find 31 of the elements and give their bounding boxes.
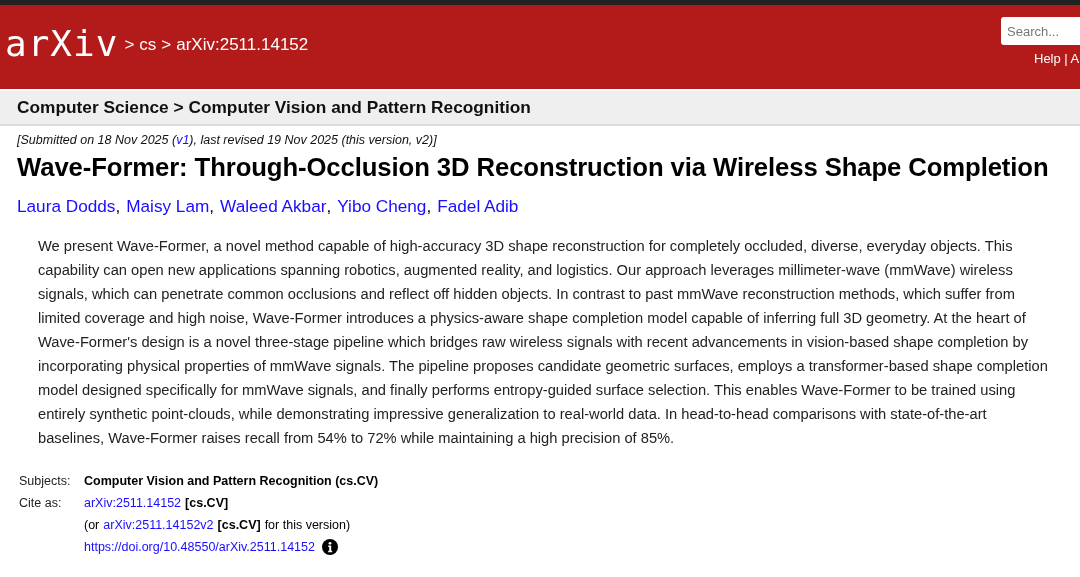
- breadcrumb-separator: >: [124, 35, 135, 55]
- author-link[interactable]: Laura Dodds: [17, 196, 116, 217]
- metadata-value: [cs.CV]: [185, 496, 229, 510]
- citation-link[interactable]: https://doi.org/10.48550/arXiv.2511.14152: [84, 540, 315, 554]
- author-link[interactable]: Yibo Cheng: [337, 196, 427, 217]
- citation-link[interactable]: arXiv:2511.14152v2: [103, 518, 214, 532]
- breadcrumb-separator: >: [161, 35, 172, 55]
- metadata-value: [cs.CV]: [217, 518, 261, 532]
- category-heading: Computer Science > Computer Vision and Pattern Recognition: [17, 97, 531, 118]
- citation-link[interactable]: arXiv:2511.14152: [84, 496, 182, 510]
- paper-title: Wave-Former: Through-Occlusion 3D Reconstruction via Wireless Shape Completion: [17, 153, 1050, 182]
- author-link[interactable]: Maisy Lam: [126, 196, 210, 217]
- metadata-label: Subjects:: [18, 473, 72, 490]
- author-link[interactable]: Fadel Adib: [437, 196, 519, 217]
- header-links[interactable]: Help | A: [1001, 51, 1080, 66]
- site-logo[interactable]: arXiv: [5, 22, 119, 64]
- info-icon[interactable]: [321, 539, 338, 555]
- breadcrumb-link[interactable]: arXiv:2511.14152: [176, 35, 309, 55]
- metadata-text: for this version): [264, 518, 351, 532]
- abstract-text: We present Wave-Former, a novel method capable of high-accuracy 3D shape reconstruction for completely occluded, diverse, everyday objects. This capability can open new applications spanning robotics, augmented reality, and logistics. Our approach leverages millimeter-wave (mmWave) wireless signals, which can penetrate common occlusions and reflect off hidden objects. In contrast to past mmWave reconstruction methods, which suffer from limited coverage and high noise, Wave-Former introduces a physics-aware shape completion model capable of inferring full 3D geometry. At the heart of Wave-Former's design is a novel three-stage pipeline which bridges raw wireless signals with recent advancements in vision-based shape completion by incorporating physical properties of mmWave signals. The pipeline proposes candidate geometric surfaces, employs a transformer-based shape completion model designed specifically for mmWave signals, and finally performs entropy-guided surface selection. This enables Wave-Former to be trained using entirely synthetic point-clouds, while demonstrating impressive generalization to real-world data. In head-to-head comparisons with state-of-the-art baselines, Wave-Former raises recall from 54% to 72% while maintaining a high precision of 85%.: [38, 237, 1049, 448]
- separator: ,: [426, 196, 432, 217]
- metadata-value: Computer Vision and Pattern Recognition (cs.CV): [84, 474, 379, 488]
- breadcrumb-link[interactable]: cs: [139, 35, 157, 55]
- separator: ,: [326, 196, 332, 217]
- search-field[interactable]: Search...: [1001, 17, 1080, 45]
- separator: ,: [115, 196, 121, 217]
- author-link[interactable]: Waleed Akbar: [220, 196, 327, 217]
- metadata-text: (or: [84, 518, 100, 532]
- separator: ,: [209, 196, 215, 217]
- submission-date: [Submitted on 18 Nov 2025 (v1), last revised 19 Nov 2025 (this version, v2)]: [17, 133, 438, 147]
- metadata-label: Cite as:: [18, 495, 63, 512]
